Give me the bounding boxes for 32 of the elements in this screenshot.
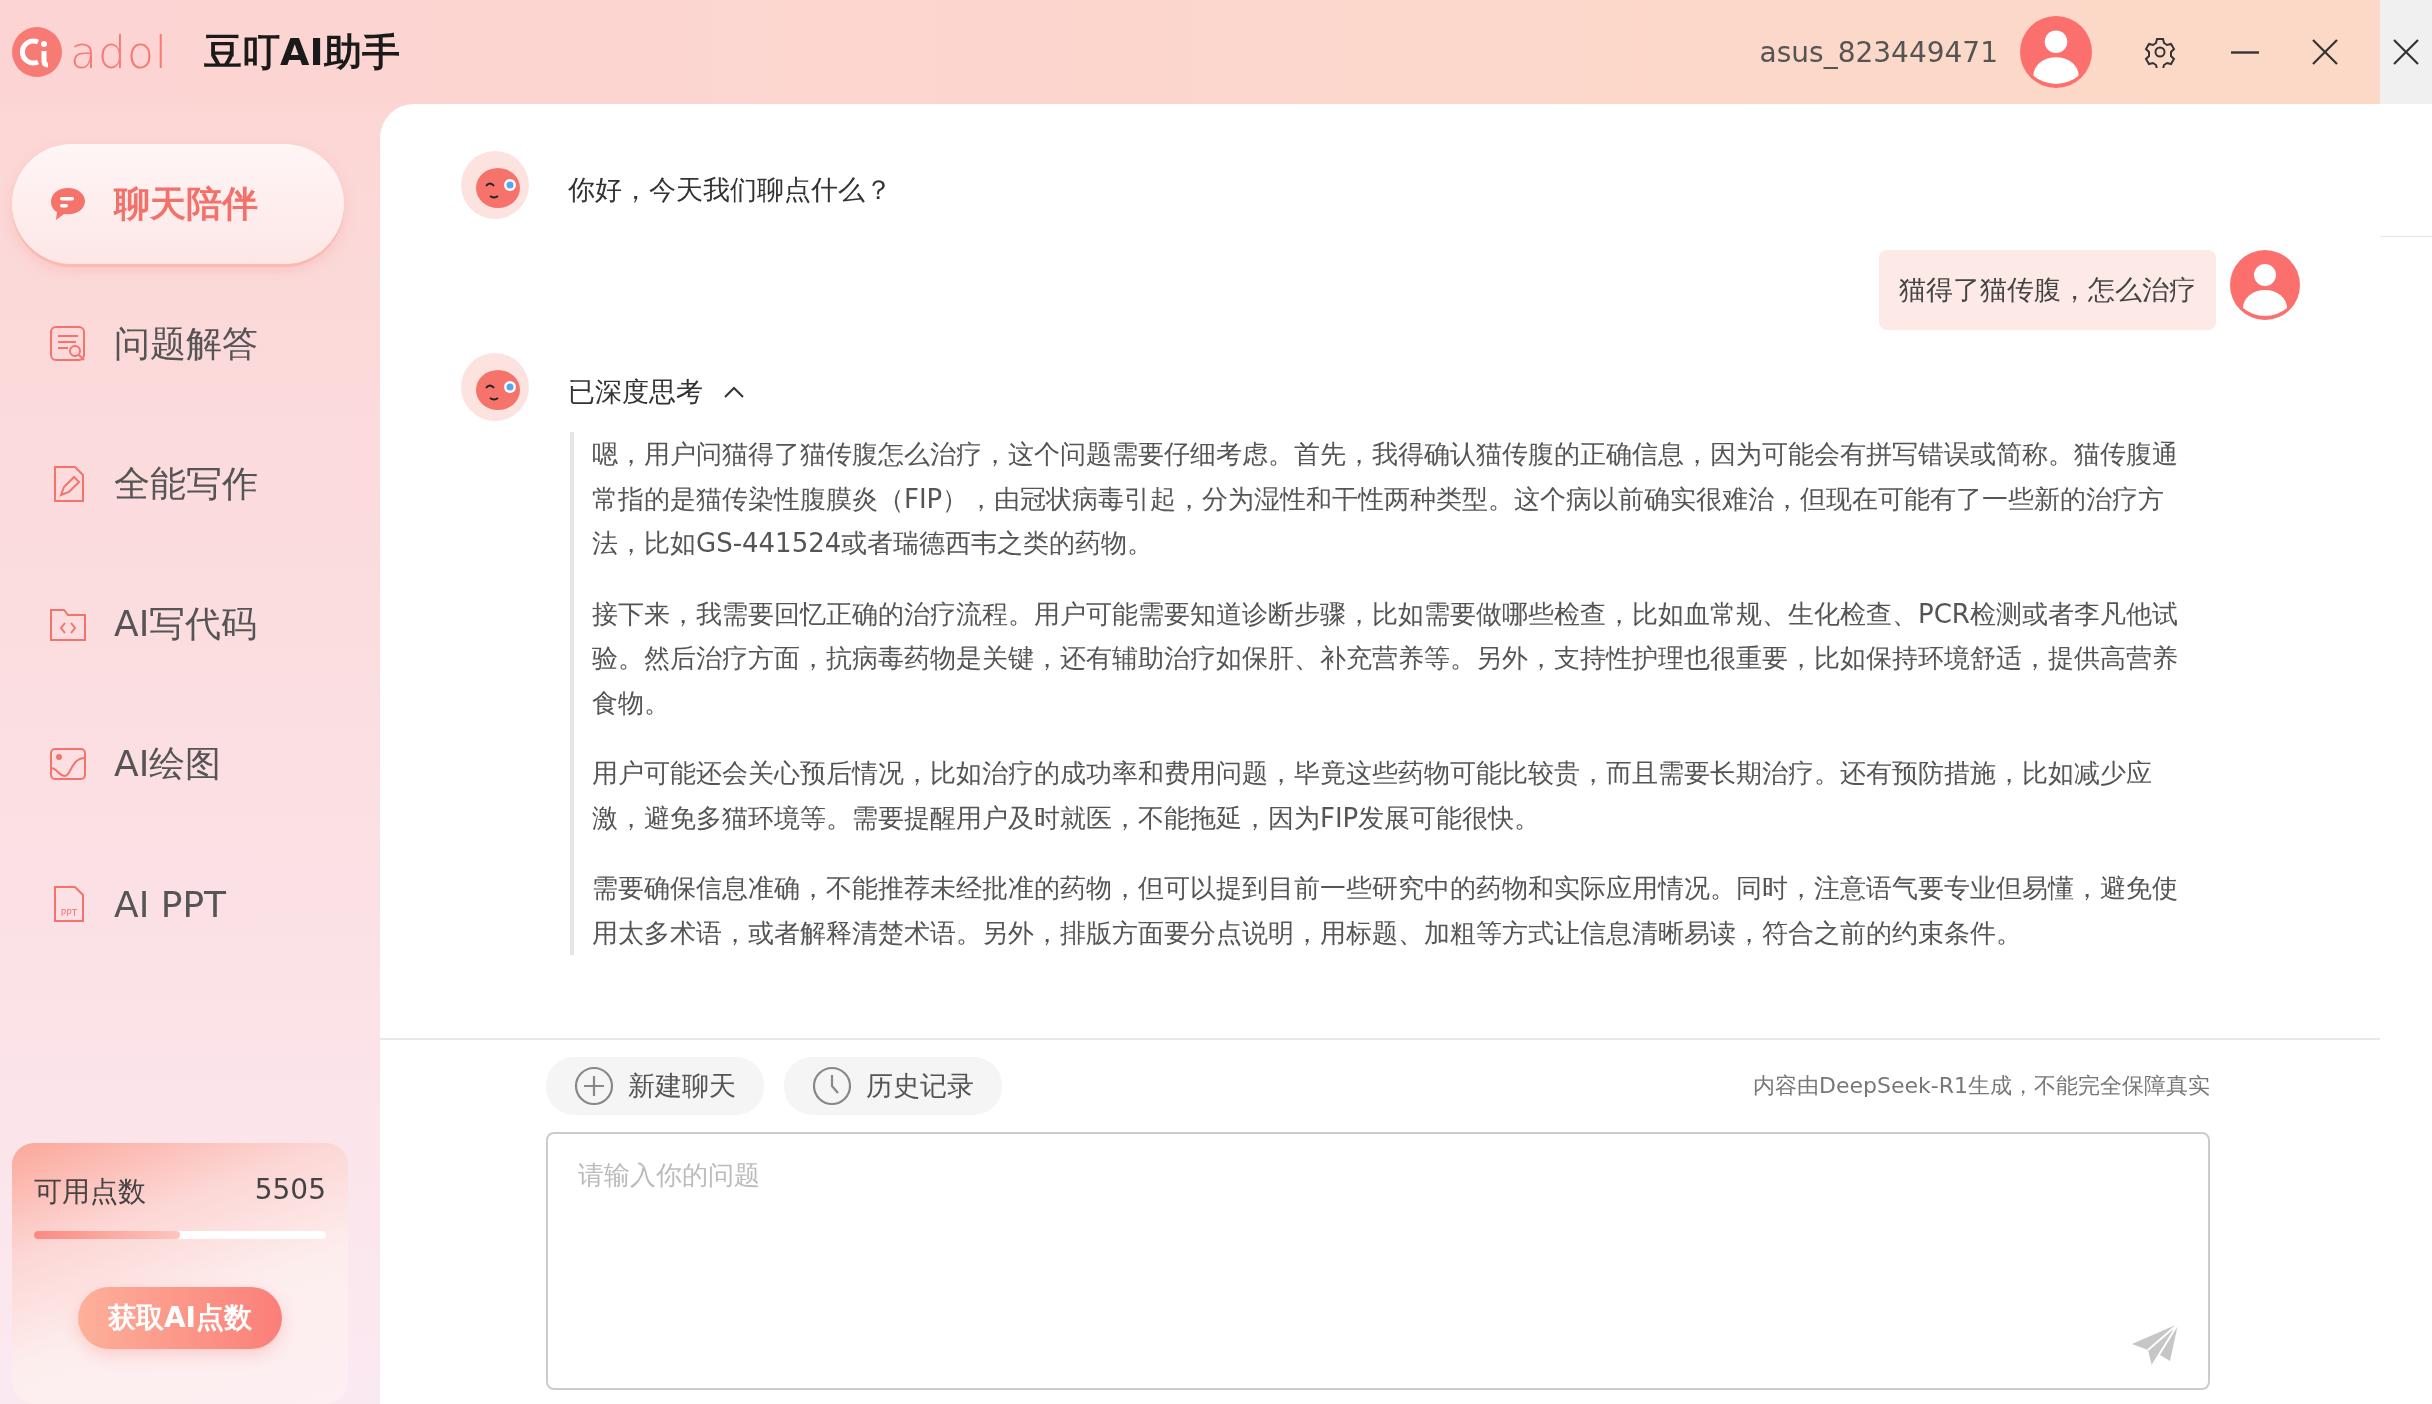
sidebar-item[interactable]: AI绘图 [12,704,344,824]
sidebar-item[interactable]: PPT AI PPT [12,844,344,964]
document-search-icon [48,324,88,364]
sidebar-item[interactable]: 全能写作 [12,424,344,544]
thinking-paragraph: 接下来，我需要回忆正确的治疗流程。用户可能需要知道诊断步骤，比如需要做哪些检查，比如血常规、生化检查、PCR检测或者李凡他试验。然后治疗方面，抗病毒药物是关键，还有辅助治疗如保肝、补充营养等。另外，支持性护理也很重要，比如保持环境舒适，提供高营养食物。 [592,597,2179,720]
logo-wordmark: adol [70,26,169,78]
user-message: 猫得了猫传腹，怎么治疗 [1879,250,2216,330]
disclaimer: 内容由DeepSeek-R1生成，不能完全保障真实 [1753,1072,2210,1100]
caret-icon [723,385,745,399]
new-chat-button[interactable]: 新建聊天 [546,1057,764,1115]
points-label: 可用点数 [34,1174,146,1210]
thinking-toggle[interactable]: 已深度思考 [568,352,745,410]
history-button[interactable]: 历史记录 [784,1057,1002,1115]
sidebar-item[interactable]: 问题解答 [12,284,344,404]
minimize-icon [2231,50,2259,54]
settings-icon [2144,36,2176,68]
plus-circle-icon [574,1066,614,1106]
user-avatar[interactable] [2230,250,2300,320]
username: asus_823449471 [1759,35,1998,69]
bot-message: 你好，今天我们聊点什么？ [568,173,892,207]
sidebar-item[interactable]: AI写代码 [12,564,344,684]
logo-icon [12,27,62,77]
thinking-paragraph: 嗯，用户问猫得了猫传腹怎么治疗，这个问题需要仔细考虑。首先，我得确认猫传腹的正确信息，因为可能会有拼写错误或简称。猫传腹通常指的是猫传染性腹膜炎（FIP），由冠状病毒引起，分为湿性和干性两种类型。这个病以前确实很难治，但现在可能有了一些新的治疗方法，比如GS-441524或者瑞德西韦之类的药物。 [592,438,2179,560]
user-avatar[interactable] [2020,16,2092,88]
app-title: 豆叮AI助手 [204,28,400,76]
bot-avatar [460,150,530,220]
clock-icon [812,1066,852,1106]
thinking-paragraph: 用户可能还会关心预后情况，比如治疗的成功率和费用问题，毕竟这些药物可能比较贵，而且需要长期治疗。还有预防措施，比如减少应激，避免多猫环境等。需要提醒用户及时就医，不能拖延，因为FIP发展可能很快。 [592,757,2153,835]
bot-avatar [460,352,530,422]
points-value: 5505 [254,1173,326,1208]
thinking-paragraph: 需要确保信息准确，不能推荐未经批准的药物，但可以提到目前一些研究中的药物和实际应用情况。同时，注意语气要专业但易懂，避免使用太多术语，或者解释清楚术语。另外，排版方面要分点说明，用标题、加粗等方式让信息清晰易读，符合之前的约束条件。 [592,872,2179,950]
question-input[interactable]: 请输入你的问题 [546,1132,2210,1390]
